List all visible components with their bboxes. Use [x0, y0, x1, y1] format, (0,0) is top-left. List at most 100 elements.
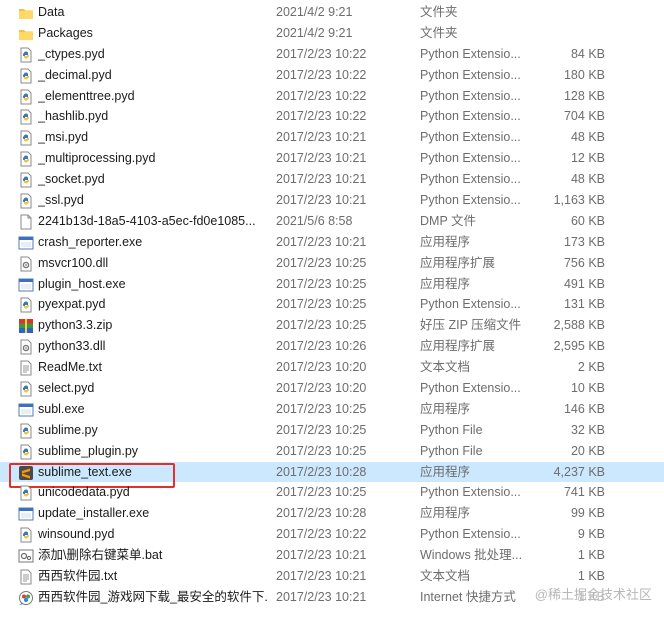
file-row[interactable]: crash_reporter.exe 2017/2/23 10:21 应用程序 173…: [0, 232, 664, 253]
file-row[interactable]: _multiprocessing.pyd 2017/2/23 10:21 Pytho…: [0, 148, 664, 169]
file-date-modified: 2017/2/23 10:28: [276, 506, 367, 521]
file-row[interactable]: select.pyd 2017/2/23 10:20 Python Extensio…: [0, 378, 664, 399]
file-row[interactable]: python3.3.zip 2017/2/23 10:25 好压 ZIP 压缩文件 2…: [0, 315, 664, 336]
python-file-icon: [18, 68, 34, 84]
file-row[interactable]: Packages 2021/4/2 9:21 文件夹: [0, 23, 664, 44]
python-file-icon: [18, 172, 34, 188]
file-type: 应用程序: [420, 401, 471, 416]
file-row[interactable]: plugin_host.exe 2017/2/23 10:25 应用程序 491 KB: [0, 274, 664, 295]
python-file-icon: [18, 444, 34, 460]
file-date-modified: 2017/2/23 10:22: [276, 67, 367, 82]
file-name: python3.3.zip: [38, 318, 113, 333]
file-date-modified: 2017/2/23 10:25: [276, 401, 367, 416]
file-name: sublime.py: [38, 422, 98, 437]
file-name: plugin_host.exe: [38, 276, 126, 291]
folder-icon: [18, 5, 34, 21]
exe-icon: [18, 277, 34, 293]
file-row[interactable]: 添加\删除右键菜单.bat 2017/2/23 10:21 Windows 批处理.…: [0, 545, 664, 566]
file-size: 10 KB: [570, 381, 605, 396]
bat-file-icon: [18, 548, 34, 564]
file-row-selected[interactable]: sublime_text.exe 2017/2/23 10:28 应用程序 4,237…: [0, 461, 664, 488]
file-size: 48 KB: [570, 130, 605, 145]
file-row[interactable]: _hashlib.pyd 2017/2/23 10:22 Python Extens…: [0, 106, 664, 127]
file-row[interactable]: _ssl.pyd 2017/2/23 10:21 Python Extensio..…: [0, 190, 664, 211]
file-name: _multiprocessing.pyd: [38, 151, 156, 166]
file-size: 173 KB: [563, 234, 605, 249]
file-size: 1 KB: [577, 548, 605, 563]
file-row[interactable]: _ctypes.pyd 2017/2/23 10:22 Python Extensi…: [0, 44, 664, 65]
file-date-modified: 2021/4/2 9:21: [276, 5, 353, 19]
file-size: 128 KB: [563, 88, 605, 103]
file-row[interactable]: pyexpat.pyd 2017/2/23 10:25 Python Extensi…: [0, 294, 664, 315]
file-type: Python Extensio...: [420, 130, 521, 145]
file-type: 文本文档: [420, 569, 471, 584]
file-date-modified: 2017/2/23 10:25: [276, 255, 367, 270]
file-size: 48 KB: [570, 172, 605, 187]
file-type: Python Extensio...: [420, 381, 521, 396]
file-size: 2,588 KB: [553, 318, 605, 333]
file-size: 756 KB: [563, 255, 605, 270]
file-size: 704 KB: [563, 109, 605, 124]
file-type: Python Extensio...: [420, 109, 521, 124]
file-type: Python Extensio...: [420, 297, 521, 312]
file-date-modified: 2017/2/23 10:21: [276, 130, 367, 145]
file-date-modified: 2017/2/23 10:28: [276, 464, 367, 479]
file-row[interactable]: _elementtree.pyd 2017/2/23 10:22 Python Ex…: [0, 86, 664, 107]
file-name: _decimal.pyd: [38, 67, 112, 82]
file-row[interactable]: subl.exe 2017/2/23 10:25 应用程序 146 KB: [0, 399, 664, 420]
watermark: @稀土掘金技术社区: [532, 584, 654, 603]
python-file-icon: [18, 47, 34, 63]
file-date-modified: 2017/2/23 10:25: [276, 485, 367, 500]
text-file-icon: [18, 360, 34, 376]
file-row[interactable]: _msi.pyd 2017/2/23 10:21 Python Extensio..…: [0, 127, 664, 148]
file-type: Python Extensio...: [420, 67, 521, 82]
file-name: 2241b13d-18a5-4103-a5ec-fd0e1085...: [38, 213, 256, 228]
file-date-modified: 2017/2/23 10:21: [276, 569, 367, 584]
file-row[interactable]: winsound.pyd 2017/2/23 10:22 Python Extens…: [0, 524, 664, 545]
file-row[interactable]: update_installer.exe 2017/2/23 10:28 应用程序 9…: [0, 503, 664, 524]
file-size: 4,237 KB: [553, 464, 605, 479]
folder-icon: [18, 26, 34, 42]
file-date-modified: 2017/2/23 10:25: [276, 276, 367, 291]
file-date-modified: 2017/2/23 10:21: [276, 172, 367, 187]
file-name: msvcr100.dll: [38, 255, 109, 270]
file-row[interactable]: _socket.pyd 2017/2/23 10:21 Python Extensi…: [0, 169, 664, 190]
file-date-modified: 2021/5/6 8:58: [276, 213, 353, 228]
file-name: 西西软件园.txt: [38, 569, 118, 584]
file-row[interactable]: msvcr100.dll 2017/2/23 10:25 应用程序扩展 756 KB: [0, 253, 664, 274]
python-file-icon: [18, 89, 34, 105]
file-name: winsound.pyd: [38, 527, 115, 542]
file-row[interactable]: ReadMe.txt 2017/2/23 10:20 文本文档 2 KB: [0, 357, 664, 378]
python-file-icon: [18, 151, 34, 167]
file-date-modified: 2017/2/23 10:21: [276, 548, 367, 563]
file-row[interactable]: python33.dll 2017/2/23 10:26 应用程序扩展 2,595 K…: [0, 336, 664, 357]
file-row[interactable]: 2241b13d-18a5-4103-a5ec-fd0e1085... 2021/…: [0, 211, 664, 232]
file-name: _hashlib.pyd: [38, 109, 109, 124]
file-name: Data: [38, 5, 65, 19]
internet-shortcut-icon: [18, 590, 34, 606]
file-row[interactable]: sublime.py 2017/2/23 10:25 Python File 32 K…: [0, 420, 664, 441]
file-name: pyexpat.pyd: [38, 297, 106, 312]
file-type: Python File: [420, 422, 483, 437]
file-name: ReadMe.txt: [38, 360, 102, 375]
file-date-modified: 2017/2/23 10:21: [276, 589, 367, 604]
file-row[interactable]: unicodedata.pyd 2017/2/23 10:25 Python Ext…: [0, 482, 664, 503]
blank-file-icon: [18, 214, 34, 230]
exe-icon: [18, 235, 34, 251]
file-row[interactable]: _decimal.pyd 2017/2/23 10:22 Python Extens…: [0, 65, 664, 86]
file-date-modified: 2017/2/23 10:25: [276, 318, 367, 333]
text-file-icon: [18, 569, 34, 585]
file-row[interactable]: sublime_plugin.py 2017/2/23 10:25 Python F…: [0, 441, 664, 462]
python-file-icon: [18, 381, 34, 397]
file-size: 741 KB: [563, 485, 605, 500]
file-type: Python File: [420, 443, 483, 458]
file-row[interactable]: Data 2021/4/2 9:21 文件夹: [0, 2, 664, 23]
file-name: unicodedata.pyd: [38, 485, 130, 500]
file-type: 应用程序: [420, 506, 471, 521]
file-list: Data 2021/4/2 9:21 文件夹 Packages 2021/4/2 9:2…: [0, 2, 664, 608]
exe-icon: [18, 402, 34, 418]
file-date-modified: 2017/2/23 10:22: [276, 46, 367, 61]
exe-icon: [18, 506, 34, 522]
file-type: Python Extensio...: [420, 151, 521, 166]
python-file-icon: [18, 193, 34, 209]
